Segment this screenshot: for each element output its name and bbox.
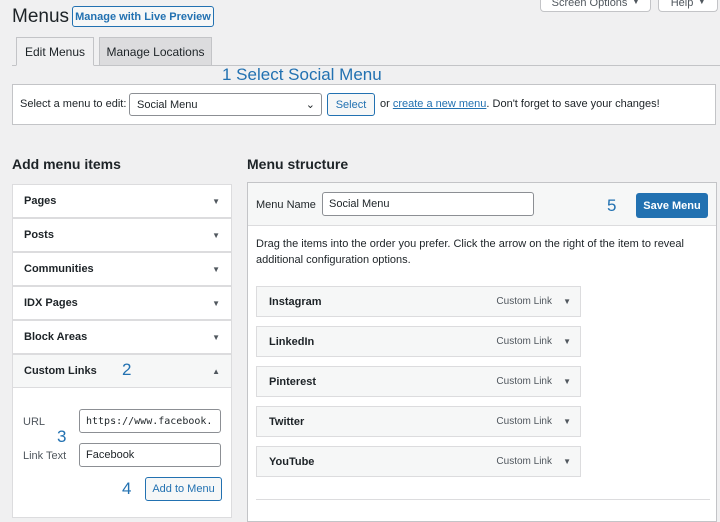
annotation-step-1: 1 Select Social Menu [222,65,382,84]
accordion-communities[interactable]: Communities ▼ [12,252,232,286]
menu-select-value: Social Menu [137,98,198,111]
menu-select-dropdown[interactable]: Social Menu ⌄ [129,93,322,116]
accordion-label: Pages [24,195,57,207]
annotation-step-5: 5 [607,196,617,215]
menu-item-title: Pinterest [269,375,317,388]
triangle-down-icon[interactable]: ▼ [563,377,571,386]
drag-instructions: Drag the items into the order you prefer… [256,238,684,266]
menu-item-youtube[interactable]: YouTube Custom Link ▼ [256,446,581,477]
url-label: URL [23,416,46,428]
tab-manage-locations[interactable]: Manage Locations [99,37,212,65]
screen-options-tab[interactable]: Screen Options ▼ [540,0,651,12]
page-title: Menus [12,6,70,27]
menu-item-type: Custom Link [496,376,552,387]
add-to-menu-button[interactable]: Add to Menu [145,477,222,501]
save-menu-button[interactable]: Save Menu [636,193,708,218]
triangle-down-icon[interactable]: ▼ [563,337,571,346]
add-menu-items-heading: Add menu items [12,156,121,172]
accordion-label: IDX Pages [24,297,78,309]
menu-item-title: LinkedIn [269,335,315,348]
manage-live-preview-button[interactable]: Manage with Live Preview [72,6,214,27]
chevron-down-icon: ⌄ [305,99,315,111]
triangle-down-icon: ▼ [632,0,640,6]
note-suffix: . Don't forget to save your changes! [486,98,660,110]
triangle-down-icon: ▼ [212,299,220,308]
accordion-pages[interactable]: Pages ▼ [12,184,232,218]
menu-item-title: Instagram [269,295,322,308]
triangle-up-icon: ▲ [212,367,220,376]
menu-item-type: Custom Link [496,456,552,467]
accordion-label: Communities [24,263,94,275]
triangle-down-icon[interactable]: ▼ [563,457,571,466]
url-input[interactable]: https://www.facebook. [79,409,221,433]
menu-item-pinterest[interactable]: Pinterest Custom Link ▼ [256,366,581,397]
menu-structure-heading: Menu structure [247,156,349,172]
menu-name-input[interactable]: Social Menu [322,192,534,216]
annotation-step-3: 3 [57,427,67,446]
tab-edit-menus[interactable]: Edit Menus [16,37,94,66]
menu-item-instagram[interactable]: Instagram Custom Link ▼ [256,286,581,317]
note-prefix: or [380,98,390,110]
accordion-label: Posts [24,229,54,241]
help-label: Help [670,0,694,9]
accordion-label: Block Areas [24,331,88,343]
triangle-down-icon: ▼ [212,197,220,206]
menu-item-title: Twitter [269,415,305,428]
screen-options-label: Screen Options [551,0,628,9]
structure-divider [256,499,710,500]
accordion-posts[interactable]: Posts ▼ [12,218,232,252]
menu-item-type: Custom Link [496,336,552,347]
annotation-step-2: 2 [122,360,132,379]
triangle-down-icon[interactable]: ▼ [563,417,571,426]
link-text-label: Link Text [23,450,67,462]
triangle-down-icon: ▼ [212,231,220,240]
select-menu-label: Select a menu to edit: [20,98,127,110]
menu-item-linkedin[interactable]: LinkedIn Custom Link ▼ [256,326,581,357]
accordion-idx-pages[interactable]: IDX Pages ▼ [12,286,232,320]
select-menu-note: or create a new menu. Don't forget to sa… [380,98,660,110]
menu-item-twitter[interactable]: Twitter Custom Link ▼ [256,406,581,437]
accordion-block-areas[interactable]: Block Areas ▼ [12,320,232,354]
accordion-label: Custom Links [24,365,97,377]
annotation-step-4: 4 [122,479,132,498]
menu-item-type: Custom Link [496,416,552,427]
triangle-down-icon: ▼ [212,265,220,274]
link-text-input[interactable]: Facebook [79,443,221,467]
menu-item-type: Custom Link [496,296,552,307]
select-button[interactable]: Select [327,93,375,116]
triangle-down-icon[interactable]: ▼ [563,297,571,306]
help-tab[interactable]: Help ▼ [658,0,718,12]
create-new-menu-link[interactable]: create a new menu [393,98,487,110]
menu-item-title: YouTube [269,455,315,468]
triangle-down-icon: ▼ [698,0,706,6]
triangle-down-icon: ▼ [212,333,220,342]
menu-name-label: Menu Name [256,199,316,211]
